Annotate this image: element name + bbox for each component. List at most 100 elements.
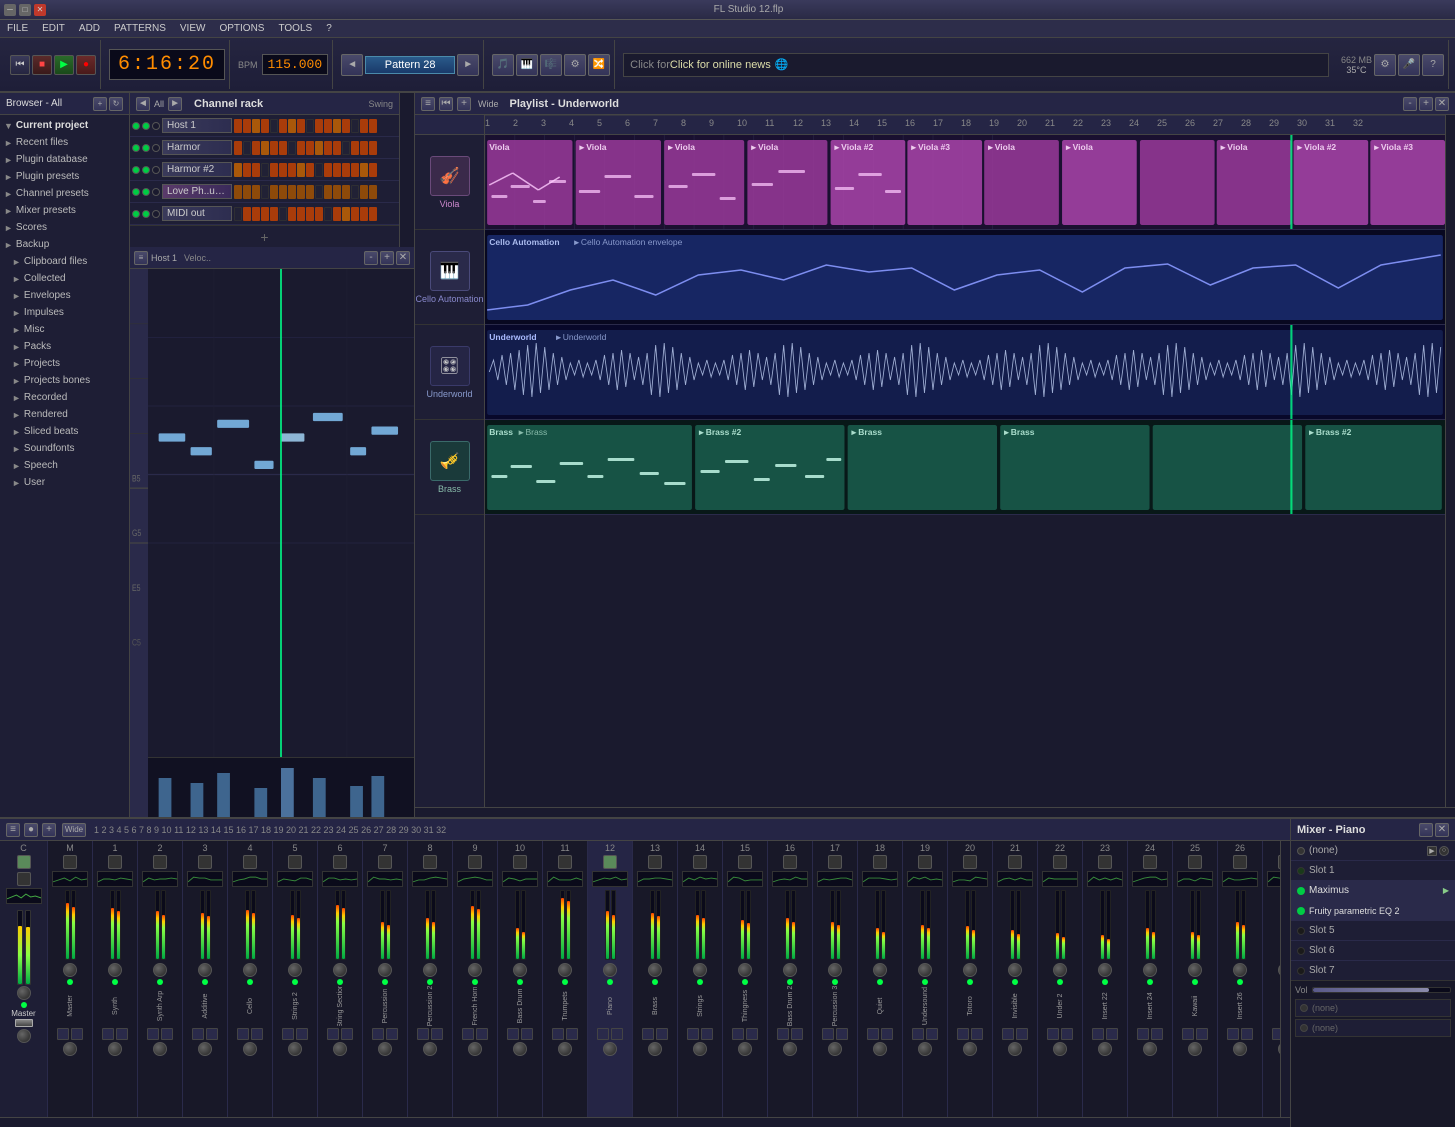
plugin-slot-1[interactable]: Slot 1 [1291,861,1455,881]
menu-edit[interactable]: EDIT [39,22,68,35]
plugin-footer-slot-2[interactable]: (none) [1295,1019,1451,1037]
sidebar-item-plugin-database[interactable]: ► Plugin database [0,151,129,168]
mini-btn[interactable] [957,1028,969,1040]
vol-knob-27[interactable] [1278,1042,1280,1056]
eq-display-26[interactable] [1222,871,1258,887]
mini-btn[interactable] [462,1028,474,1040]
stop-button[interactable]: ■ [32,55,52,75]
step[interactable] [270,119,278,133]
playlist-vscrollbar[interactable] [1445,115,1455,807]
step[interactable] [351,163,359,177]
step[interactable] [297,163,305,177]
mini-btn[interactable] [282,1028,294,1040]
vol-knob-15[interactable] [738,1042,752,1056]
eq-display-25[interactable] [1177,871,1213,887]
step[interactable] [279,185,287,199]
mini-btn[interactable] [611,1028,623,1040]
sidebar-item-speech[interactable]: ► Speech [0,457,129,474]
mini-btn[interactable] [1241,1028,1253,1040]
step[interactable] [306,207,314,221]
send-btn[interactable] [1278,855,1280,869]
eq-display-21[interactable] [997,871,1033,887]
eq-display-18[interactable] [862,871,898,887]
send-btn[interactable] [108,855,122,869]
mini-btn[interactable] [1182,1028,1194,1040]
eq-display-14[interactable] [682,871,718,887]
piano-roll-menu[interactable]: ≡ [134,251,148,265]
sidebar-item-backup[interactable]: ► Backup [0,236,129,253]
step[interactable] [360,207,368,221]
step[interactable] [243,207,251,221]
sidebar-item-clipboard-files[interactable]: ► Clipboard files [0,253,129,270]
step[interactable] [270,163,278,177]
sidebar-item-packs[interactable]: ► Packs [0,338,129,355]
peak-meters-3[interactable] [200,890,211,960]
mixer-add[interactable]: + [42,823,56,837]
eq-display-3[interactable] [187,871,223,887]
mini-btn[interactable] [386,1028,398,1040]
mini-btn[interactable] [161,1028,173,1040]
step[interactable] [360,163,368,177]
send-btn[interactable] [1098,855,1112,869]
menu-add[interactable]: ADD [76,22,103,35]
peak-meters-5[interactable] [290,890,301,960]
peak-meters-11[interactable] [560,890,571,960]
vol-knob-2[interactable] [153,1042,167,1056]
step[interactable] [279,141,287,155]
step[interactable] [297,207,305,221]
step[interactable] [234,185,242,199]
step[interactable] [297,141,305,155]
eq-display-23[interactable] [1087,871,1123,887]
channel-solo-led[interactable] [152,188,160,196]
step[interactable] [369,141,377,155]
vol-knob-M[interactable] [63,1042,77,1056]
active-led-24[interactable] [1147,979,1153,985]
mini-btn[interactable] [926,1028,938,1040]
active-led-12[interactable] [607,979,613,985]
peak-meters-24[interactable] [1145,890,1156,960]
rewind-button[interactable]: ⏮ [10,55,30,75]
peak-meters-13[interactable] [650,890,661,960]
mixer-menu[interactable]: ≡ [6,823,20,837]
vol-knob-23[interactable] [1098,1042,1112,1056]
step[interactable] [252,163,260,177]
vol-knob-24[interactable] [1143,1042,1157,1056]
mini-btn[interactable] [147,1028,159,1040]
maximize-icon[interactable]: □ [19,4,31,16]
channel-mute-led[interactable] [142,122,150,130]
step[interactable] [252,207,260,221]
mini-btn[interactable] [777,1028,789,1040]
track-row-viola[interactable]: Viola ►Viola [485,135,1445,230]
eq-display-13[interactable] [637,871,673,887]
peak-meters-6[interactable] [335,890,346,960]
step[interactable] [252,141,260,155]
send-btn[interactable] [17,872,31,886]
eq-display[interactable] [6,888,42,904]
step[interactable] [234,119,242,133]
mini-btn[interactable] [687,1028,699,1040]
menu-tools[interactable]: TOOLS [275,22,315,35]
peak-meters-25[interactable] [1190,890,1201,960]
menu-help[interactable]: ? [323,22,335,35]
channel-name[interactable]: Love Ph..uency [162,184,232,199]
mixer-record[interactable]: ● [24,823,38,837]
mini-btn[interactable] [1061,1028,1073,1040]
step[interactable] [306,141,314,155]
playlist-close[interactable]: ✕ [1435,97,1449,111]
channel-rack-nav-right[interactable]: ► [168,97,182,111]
step[interactable] [351,119,359,133]
tool-btn-1[interactable]: 🎵 [492,54,514,76]
peak-meters-22[interactable] [1055,890,1066,960]
sidebar-item-misc[interactable]: ► Misc [0,321,129,338]
track-row-cello[interactable]: Cello Automation ►Cello Automation envel… [485,230,1445,325]
channel-mute-led[interactable] [142,188,150,196]
sidebar-item-channel-presets[interactable]: ► Channel presets [0,185,129,202]
sidebar-item-recorded[interactable]: ► Recorded [0,389,129,406]
channel-mute-led[interactable] [142,210,150,218]
pan-knob-6[interactable] [333,963,347,977]
channel-solo-led[interactable] [152,210,160,218]
vol-knob-3[interactable] [198,1042,212,1056]
send-btn[interactable] [198,855,212,869]
news-ticker[interactable]: Click for Click for online news 🌐 [623,53,1329,77]
plugin-panel-minimize[interactable]: - [1419,823,1433,837]
